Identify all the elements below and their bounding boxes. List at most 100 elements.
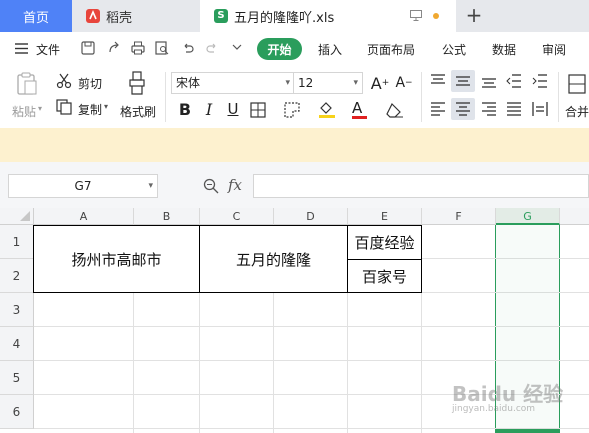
share-icon[interactable] bbox=[107, 41, 123, 57]
tab-document[interactable]: S 五月的隆隆吖.xls bbox=[200, 0, 456, 32]
chevron-down-icon: ▾ bbox=[353, 78, 358, 88]
name-box[interactable]: G7 ▾ bbox=[8, 174, 158, 198]
cell-e2[interactable]: 百家号 bbox=[347, 259, 422, 293]
merged-cell-ab1-2[interactable]: 扬州市高邮市 bbox=[33, 225, 200, 293]
fx-icon[interactable]: fx bbox=[228, 176, 242, 194]
format-painter-button[interactable]: 格式刷 bbox=[120, 103, 156, 120]
justify-icon[interactable] bbox=[506, 102, 522, 119]
cut-button[interactable]: 剪切 bbox=[78, 75, 102, 92]
column-header-c[interactable]: C bbox=[200, 208, 274, 225]
menu-data[interactable]: 数据 bbox=[492, 41, 516, 58]
align-middle-icon[interactable] bbox=[451, 70, 475, 92]
underline-icon[interactable]: U bbox=[222, 98, 244, 120]
clear-format-icon[interactable] bbox=[386, 102, 404, 121]
decrease-font-icon[interactable]: A − bbox=[393, 72, 415, 94]
print-icon[interactable] bbox=[131, 41, 147, 57]
column-header-e[interactable]: E bbox=[348, 208, 422, 225]
redo-icon bbox=[205, 41, 221, 57]
tab-bar: 首页 稻壳 S 五月的隆隆吖.xls + bbox=[0, 0, 589, 32]
align-top-icon[interactable] bbox=[430, 74, 446, 91]
menu-formula[interactable]: 公式 bbox=[442, 41, 466, 58]
gridline bbox=[347, 293, 348, 433]
align-center-icon[interactable] bbox=[451, 98, 475, 120]
wps-logo-icon bbox=[86, 9, 100, 23]
tab-document-label: 五月的隆隆吖.xls bbox=[234, 10, 335, 26]
new-tab-button[interactable]: + bbox=[462, 4, 486, 28]
watermark-text: Baidu 经验 bbox=[452, 382, 564, 406]
ribbon-divider bbox=[165, 72, 166, 122]
copy-dropdown-icon[interactable]: ▾ bbox=[104, 102, 108, 111]
scissors-icon bbox=[56, 73, 72, 92]
merge-button[interactable]: 合并 bbox=[565, 103, 589, 120]
row-header-5[interactable]: 5 bbox=[0, 361, 34, 395]
undo-icon[interactable] bbox=[181, 41, 197, 57]
menu-review[interactable]: 审阅 bbox=[542, 41, 566, 58]
menu-file[interactable]: 文件 bbox=[36, 41, 60, 58]
save-icon[interactable] bbox=[81, 41, 97, 57]
font-size-value: 12 bbox=[298, 76, 314, 90]
column-header-b[interactable]: B bbox=[134, 208, 200, 225]
gridline bbox=[133, 293, 134, 433]
spreadsheet-icon: S bbox=[214, 9, 228, 23]
merge-icon bbox=[568, 74, 586, 97]
align-left-icon[interactable] bbox=[430, 102, 446, 119]
watermark: Baidu 经验 jingyan.baidu.com bbox=[452, 378, 582, 418]
menu-insert[interactable]: 插入 bbox=[318, 41, 342, 58]
fill-format-icon[interactable] bbox=[284, 102, 300, 121]
menu-bar: 文件 开始 插入 页面布局 公式 数据 审阅 bbox=[0, 32, 589, 66]
cell-e1[interactable]: 百度经验 bbox=[347, 225, 422, 260]
print-preview-icon[interactable] bbox=[155, 41, 171, 57]
column-header-a[interactable]: A bbox=[34, 208, 134, 225]
paste-dropdown-icon[interactable]: ▾ bbox=[38, 104, 42, 113]
row-header-4[interactable]: 4 bbox=[0, 327, 34, 361]
row-header-1[interactable]: 1 bbox=[0, 225, 34, 259]
paste-icon bbox=[16, 72, 38, 99]
ribbon: 粘贴 ▾ 剪切 复制 ▾ 格式刷 宋体 ▾ 12 ▾ A + A − B I U A bbox=[0, 66, 589, 128]
formula-bar: G7 ▾ fx bbox=[0, 162, 589, 208]
increase-font-icon[interactable]: A + bbox=[369, 72, 391, 94]
paste-button[interactable]: 粘贴 bbox=[12, 103, 36, 120]
hamburger-icon[interactable] bbox=[15, 43, 28, 57]
font-size-select[interactable]: 12 ▾ bbox=[293, 72, 363, 94]
font-color-icon[interactable]: A bbox=[352, 99, 367, 119]
watermark-url: jingyan.baidu.com bbox=[452, 404, 536, 414]
borders-icon[interactable] bbox=[250, 102, 266, 121]
copy-icon bbox=[56, 99, 72, 118]
spreadsheet-grid: A B C D E F G 1 2 3 4 5 6 扬州市高邮市 五月的隆隆 百… bbox=[0, 208, 589, 433]
increase-indent-icon[interactable] bbox=[532, 74, 548, 91]
row-header-2[interactable]: 2 bbox=[0, 259, 34, 293]
ribbon-divider bbox=[558, 72, 559, 122]
more-chevron-icon[interactable] bbox=[231, 41, 247, 57]
ribbon-divider bbox=[421, 72, 422, 122]
decrease-indent-icon[interactable] bbox=[506, 74, 522, 91]
column-header-d[interactable]: D bbox=[274, 208, 348, 225]
bold-icon[interactable]: B bbox=[174, 98, 196, 120]
format-painter-icon bbox=[128, 71, 148, 100]
copy-button[interactable]: 复制 bbox=[78, 101, 102, 118]
zoom-search-icon[interactable] bbox=[203, 178, 219, 197]
formula-input[interactable] bbox=[253, 174, 589, 198]
menu-page-layout[interactable]: 页面布局 bbox=[367, 41, 415, 58]
tab-home[interactable]: 首页 bbox=[0, 0, 72, 32]
distributed-align-icon[interactable] bbox=[532, 102, 548, 119]
align-bottom-icon[interactable] bbox=[481, 74, 497, 91]
monitor-icon[interactable] bbox=[410, 10, 422, 25]
fill-color-icon[interactable] bbox=[318, 100, 336, 121]
row-header-6[interactable]: 6 bbox=[0, 395, 34, 429]
tab-wps[interactable]: 稻壳 bbox=[72, 0, 200, 32]
column-header-h[interactable] bbox=[560, 208, 589, 225]
row-header-3[interactable]: 3 bbox=[0, 293, 34, 327]
column-header-g[interactable]: G bbox=[496, 208, 560, 225]
column-header-f[interactable]: F bbox=[422, 208, 496, 225]
menu-start[interactable]: 开始 bbox=[257, 38, 302, 60]
unsaved-dot-icon bbox=[433, 13, 439, 19]
select-all-corner[interactable] bbox=[0, 208, 34, 225]
cell-reference: G7 bbox=[74, 179, 92, 193]
font-name-value: 宋体 bbox=[176, 76, 201, 90]
chevron-down-icon: ▾ bbox=[148, 181, 153, 191]
italic-icon[interactable]: I bbox=[198, 98, 220, 120]
notice-bar bbox=[0, 128, 589, 162]
align-right-icon[interactable] bbox=[481, 102, 497, 119]
merged-cell-cd1-2[interactable]: 五月的隆隆 bbox=[199, 225, 348, 293]
font-name-select[interactable]: 宋体 ▾ bbox=[171, 72, 295, 94]
